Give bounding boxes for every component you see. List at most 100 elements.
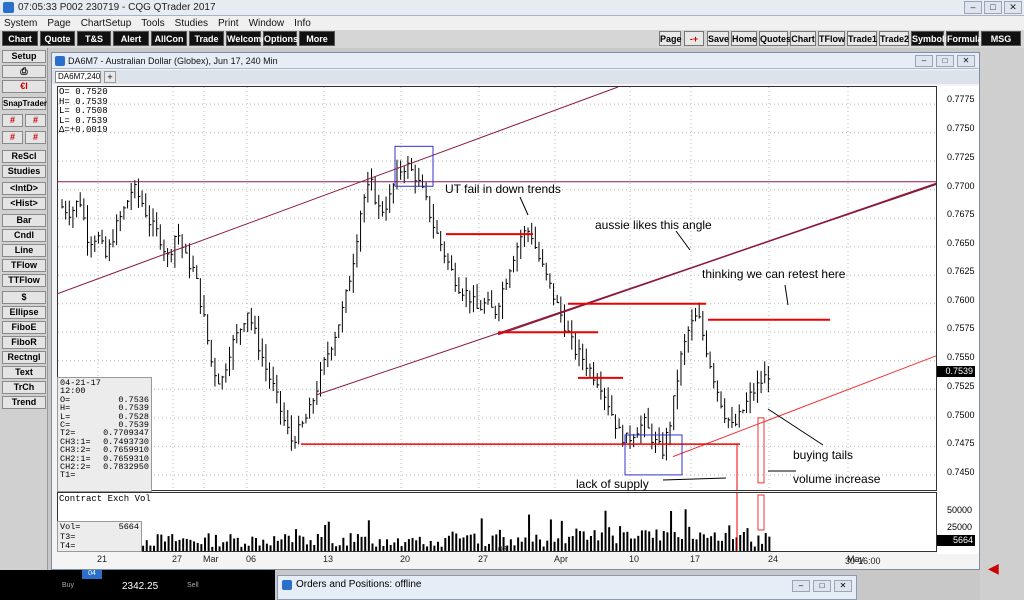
mini-buy[interactable]: Buy	[62, 582, 74, 589]
annotation-volume-increase: volume increase	[793, 472, 881, 486]
fiboe-button[interactable]: FiboE	[2, 321, 46, 334]
menu-tools[interactable]: Tools	[141, 18, 164, 29]
fibor-button[interactable]: FiboR	[2, 336, 46, 349]
tflow-button[interactable]: TFlow	[818, 31, 845, 46]
orders-positions-window[interactable]: Orders and Positions: offline – □ ✕	[277, 575, 857, 600]
date-tick: 13	[323, 554, 334, 564]
volume-bar	[739, 535, 742, 551]
chart-close-button[interactable]: ✕	[957, 55, 975, 67]
options-button[interactable]: Options	[263, 31, 298, 46]
volume-bar	[447, 535, 450, 551]
volume-bar	[189, 539, 192, 551]
menu-studies[interactable]: Studies	[175, 18, 208, 29]
quotes-button[interactable]: Quotes	[759, 31, 791, 46]
tflow-chart-button[interactable]: TFlow	[2, 259, 46, 272]
line-button[interactable]: Line	[2, 244, 46, 257]
more-button[interactable]: More	[299, 31, 335, 46]
volume-bar	[717, 540, 720, 551]
close-button[interactable]: ✕	[1004, 1, 1022, 14]
ttflow-button[interactable]: TTFlow	[2, 274, 46, 287]
page-button[interactable]: Page	[659, 31, 682, 46]
minimize-button[interactable]: –	[964, 1, 982, 14]
volume-bar	[469, 534, 472, 551]
volume-bar	[287, 535, 290, 551]
orders-app-icon	[282, 580, 292, 590]
grid-icon-b[interactable]: #	[25, 114, 46, 127]
menu-print[interactable]: Print	[218, 18, 239, 29]
bar-button[interactable]: Bar	[2, 214, 46, 227]
print-icon[interactable]: ⎙	[2, 65, 46, 78]
date-tick: 17	[690, 554, 701, 564]
studies-button[interactable]: Studies	[2, 165, 46, 178]
date-tick: 27	[172, 554, 183, 564]
aussie-angle-line	[497, 182, 936, 336]
page-plusminus-button[interactable]: -+	[684, 31, 704, 46]
allcon-button[interactable]: AllCon	[151, 31, 187, 46]
alert-button[interactable]: Alert	[113, 31, 149, 46]
ts-button[interactable]: T&S	[77, 31, 111, 46]
grid-icon-a[interactable]: #	[2, 114, 23, 127]
maximize-button[interactable]: □	[984, 1, 1002, 14]
grid-icon-c[interactable]: #	[2, 131, 23, 144]
ellipse-button[interactable]: Ellipse	[2, 306, 46, 319]
text-button[interactable]: Text	[2, 366, 46, 379]
mini-sell[interactable]: Sell	[187, 582, 199, 589]
trend-button[interactable]: Trend	[2, 396, 46, 409]
formula-button[interactable]: Formula	[946, 31, 983, 46]
orders-close-button[interactable]: ✕	[834, 580, 852, 592]
volume-bar	[524, 537, 527, 551]
dollar-button[interactable]: $	[2, 291, 46, 304]
tab-da6m7[interactable]: DA6M7,240	[55, 71, 101, 83]
date-tick: 27	[478, 554, 489, 564]
price-chart[interactable]	[57, 86, 937, 491]
save-button[interactable]: Save	[707, 31, 729, 46]
euro-icon[interactable]: €I	[2, 80, 46, 93]
menu-system[interactable]: System	[4, 18, 37, 29]
volume-bar	[728, 525, 731, 551]
home-button[interactable]: Home	[731, 31, 757, 46]
volume-bar	[200, 544, 203, 551]
chart-button[interactable]: Chart	[2, 31, 38, 46]
orders-restore-button[interactable]: □	[813, 580, 831, 592]
volume-bar	[254, 538, 257, 551]
menu-window[interactable]: Window	[249, 18, 285, 29]
trend-channel-button[interactable]: TrCh	[2, 381, 46, 394]
intraday-button[interactable]: <IntD>	[2, 182, 46, 195]
scroll-left-icon[interactable]: ◀	[988, 560, 999, 577]
candle-button[interactable]: Cndl	[2, 229, 46, 242]
trade1-button[interactable]: Trade1	[847, 31, 877, 46]
volume-bar	[404, 542, 407, 551]
snaptrader-button[interactable]: SnapTrader	[2, 97, 47, 110]
volume-chart[interactable]	[57, 492, 937, 552]
volume-bar	[193, 541, 196, 551]
add-tab-button[interactable]: +	[104, 71, 116, 83]
trade2-button[interactable]: Trade2	[879, 31, 909, 46]
orders-minimize-button[interactable]: –	[792, 580, 810, 592]
symbols-button[interactable]: Symbols	[911, 31, 950, 46]
chart-page-button[interactable]: Chart	[790, 31, 816, 46]
chart-minimize-button[interactable]: –	[915, 55, 933, 67]
setup-button[interactable]: Setup	[2, 50, 46, 63]
title-bar: 07:05:33 P002 230719 - CQG QTrader 2017 …	[0, 0, 1024, 16]
rescale-button[interactable]: ReScl	[2, 150, 46, 163]
menu-info[interactable]: Info	[294, 18, 311, 29]
volume-bar	[440, 546, 443, 551]
grid-icon-d[interactable]: #	[25, 131, 46, 144]
welcome-button[interactable]: Welcome	[226, 31, 266, 46]
chart-title-bar: DA6M7 - Australian Dollar (Globex), Jun …	[52, 53, 979, 69]
menu-page[interactable]: Page	[47, 18, 70, 29]
volume-bar	[418, 536, 421, 551]
quote-button[interactable]: Quote	[40, 31, 75, 46]
chart-restore-button[interactable]: □	[936, 55, 954, 67]
msg-cntr-button[interactable]: MSG Cntr	[981, 31, 1021, 59]
volume-bar	[142, 545, 145, 551]
volume-bar	[608, 527, 611, 551]
rectangle-button[interactable]: Rectngl	[2, 351, 46, 364]
ohlc-readout: O= 0.7520 H= 0.7539 L= 0.7508 L= 0.7539 …	[59, 87, 108, 136]
trade-button[interactable]: Trade	[189, 31, 224, 46]
volume-bar	[364, 536, 367, 551]
volume-bar	[604, 510, 607, 551]
historical-button[interactable]: <Hist>	[2, 197, 46, 210]
menu-chartsetup[interactable]: ChartSetup	[81, 18, 132, 29]
volume-bar	[346, 545, 348, 551]
